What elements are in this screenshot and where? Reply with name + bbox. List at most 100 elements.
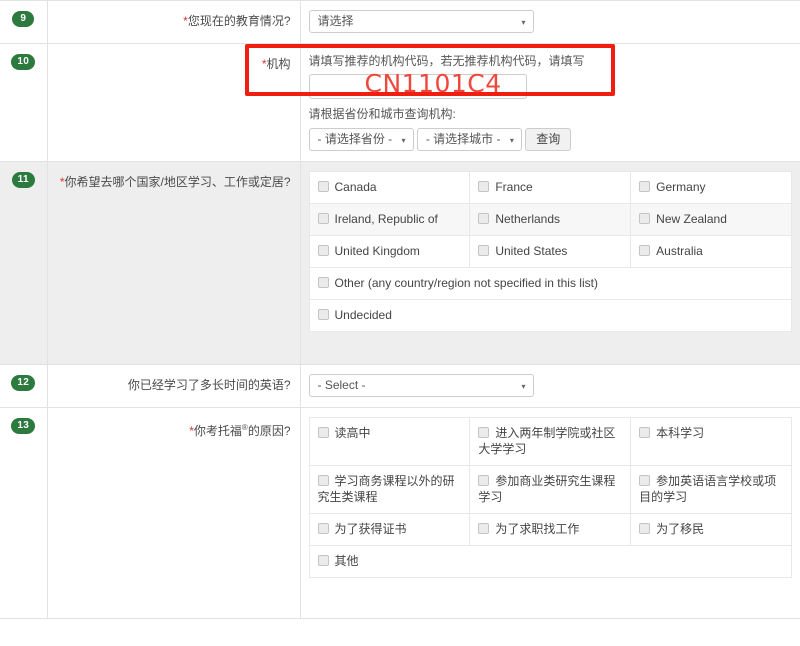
checkbox-option[interactable]: 学习商务课程以外的研究生类课程 <box>309 466 470 514</box>
checkbox-icon[interactable] <box>478 245 489 256</box>
checkbox-icon[interactable] <box>478 523 489 534</box>
checkbox-label: Other (any country/region not specified … <box>335 276 598 290</box>
checkbox-option[interactable]: United Kingdom <box>309 236 470 268</box>
checkbox-row: 其他 <box>309 546 792 578</box>
city-select[interactable]: - 请选择城市 - ▾ <box>417 128 522 151</box>
checkbox-icon[interactable] <box>639 213 650 224</box>
checkbox-label: United States <box>495 244 567 258</box>
questionnaire-form: 9 *您现在的教育情况? 请选择 ▾ 10 *机构 请填写推荐的机构代码，若无推… <box>0 0 800 619</box>
checkbox-option[interactable]: Netherlands <box>470 204 631 236</box>
checkbox-icon[interactable] <box>478 475 489 486</box>
checkbox-option[interactable]: 其他 <box>309 546 792 578</box>
province-select[interactable]: - 请选择省份 - ▾ <box>309 128 414 151</box>
checkbox-icon[interactable] <box>318 523 329 534</box>
checkbox-label: 参加商业类研究生课程学习 <box>478 474 615 504</box>
question-row-9: 9 *您现在的教育情况? 请选择 ▾ <box>0 1 800 44</box>
checkbox-icon[interactable] <box>318 427 329 438</box>
destination-checkbox-grid: Canada France Germany Ireland, Republic … <box>309 171 793 332</box>
checkbox-icon[interactable] <box>639 523 650 534</box>
checkbox-icon[interactable] <box>318 555 329 566</box>
checkbox-icon[interactable] <box>639 475 650 486</box>
question-number-cell: 12 <box>0 365 47 408</box>
institution-code-hint: 请填写推荐的机构代码，若无推荐机构代码，请填写 <box>309 53 793 70</box>
checkbox-icon[interactable] <box>478 181 489 192</box>
checkbox-icon[interactable] <box>478 427 489 438</box>
question-row-11: 11 *你希望去哪个国家/地区学习、工作或定居? Canada France G… <box>0 162 800 365</box>
question-label-prefix: 你考托福 <box>194 424 242 438</box>
checkbox-row: United Kingdom United States Australia <box>309 236 792 268</box>
question-label-cell: *你考托福®的原因? <box>47 408 300 619</box>
checkbox-icon[interactable] <box>318 309 329 320</box>
question-label-text: 你已经学习了多长时间的英语? <box>128 378 291 392</box>
checkbox-label: Canada <box>335 180 377 194</box>
checkbox-row: 读高中 进入两年制学院或社区大学学习 本科学习 <box>309 418 792 466</box>
question-answer-cell: - Select - ▾ <box>300 365 800 408</box>
checkbox-option[interactable]: 为了获得证书 <box>309 514 470 546</box>
checkbox-option[interactable]: Australia <box>631 236 792 268</box>
checkbox-icon[interactable] <box>639 427 650 438</box>
question-row-10: 10 *机构 请填写推荐的机构代码，若无推荐机构代码，请填写 CN1101C4 … <box>0 44 800 162</box>
checkbox-option[interactable]: Germany <box>631 172 792 204</box>
question-answer-cell: Canada France Germany Ireland, Republic … <box>300 162 800 365</box>
checkbox-option[interactable]: 进入两年制学院或社区大学学习 <box>470 418 631 466</box>
institution-lookup-hint: 请根据省份和城市查询机构: <box>309 106 793 123</box>
checkbox-icon[interactable] <box>318 245 329 256</box>
question-number-cell: 9 <box>0 1 47 44</box>
toefl-reason-checkbox-grid: 读高中 进入两年制学院或社区大学学习 本科学习 学习商务课程以外的研究生类课程 … <box>309 417 793 578</box>
english-duration-select[interactable]: - Select - ▾ <box>309 374 534 397</box>
checkbox-option[interactable]: Ireland, Republic of <box>309 204 470 236</box>
education-status-select[interactable]: 请选择 ▾ <box>309 10 534 33</box>
checkbox-option[interactable]: 为了移民 <box>631 514 792 546</box>
checkbox-icon[interactable] <box>318 475 329 486</box>
checkbox-option[interactable]: Undecided <box>309 300 792 332</box>
checkbox-label: 参加英语语言学校或项目的学习 <box>639 474 776 504</box>
question-label-suffix: 的原因? <box>248 424 291 438</box>
checkbox-icon[interactable] <box>639 181 650 192</box>
checkbox-label: 其他 <box>335 554 359 568</box>
checkbox-option[interactable]: 参加商业类研究生课程学习 <box>470 466 631 514</box>
checkbox-option[interactable]: United States <box>470 236 631 268</box>
checkbox-option[interactable]: 为了求职找工作 <box>470 514 631 546</box>
question-label-cell: *你希望去哪个国家/地区学习、工作或定居? <box>47 162 300 365</box>
checkbox-icon[interactable] <box>639 245 650 256</box>
checkbox-label: 本科学习 <box>656 426 704 440</box>
spacer <box>309 578 793 608</box>
query-button[interactable]: 查询 <box>525 128 571 151</box>
checkbox-label: Australia <box>656 244 703 258</box>
checkbox-row: Other (any country/region not specified … <box>309 268 792 300</box>
province-select-value: - 请选择省份 - <box>318 132 393 146</box>
checkbox-icon[interactable] <box>318 213 329 224</box>
checkbox-label: New Zealand <box>656 212 727 226</box>
question-label-cell: *机构 <box>47 44 300 162</box>
checkbox-option[interactable]: 本科学习 <box>631 418 792 466</box>
checkbox-row: Undecided <box>309 300 792 332</box>
checkbox-label: France <box>495 180 532 194</box>
checkbox-row: 为了获得证书 为了求职找工作 为了移民 <box>309 514 792 546</box>
checkbox-icon[interactable] <box>318 181 329 192</box>
checkbox-label: United Kingdom <box>335 244 420 258</box>
checkbox-option[interactable]: Canada <box>309 172 470 204</box>
checkbox-option[interactable]: 参加英语语言学校或项目的学习 <box>631 466 792 514</box>
checkbox-option[interactable]: New Zealand <box>631 204 792 236</box>
checkbox-option[interactable]: 读高中 <box>309 418 470 466</box>
checkbox-option[interactable]: France <box>470 172 631 204</box>
checkbox-row: 学习商务课程以外的研究生类课程 参加商业类研究生课程学习 参加英语语言学校或项目… <box>309 466 792 514</box>
question-number-badge: 10 <box>11 54 35 70</box>
chevron-down-icon: ▾ <box>521 375 525 397</box>
question-row-13: 13 *你考托福®的原因? 读高中 进入两年制学院或社区大学学习 本科学习 学习… <box>0 408 800 619</box>
checkbox-option[interactable]: Other (any country/region not specified … <box>309 268 792 300</box>
checkbox-label: Undecided <box>335 308 392 322</box>
checkbox-icon[interactable] <box>318 277 329 288</box>
question-label-cell: 你已经学习了多长时间的英语? <box>47 365 300 408</box>
city-select-value: - 请选择城市 - <box>426 132 501 146</box>
question-label-text: 您现在的教育情况? <box>188 14 291 28</box>
checkbox-label: 为了移民 <box>656 522 704 536</box>
checkbox-label: Ireland, Republic of <box>335 212 438 226</box>
checkbox-row: Canada France Germany <box>309 172 792 204</box>
checkbox-label: Netherlands <box>495 212 560 226</box>
checkbox-label: Germany <box>656 180 705 194</box>
checkbox-icon[interactable] <box>478 213 489 224</box>
chevron-down-icon: ▾ <box>401 129 405 151</box>
education-status-select-value: 请选择 <box>318 14 354 28</box>
question-label-cell: *您现在的教育情况? <box>47 1 300 44</box>
